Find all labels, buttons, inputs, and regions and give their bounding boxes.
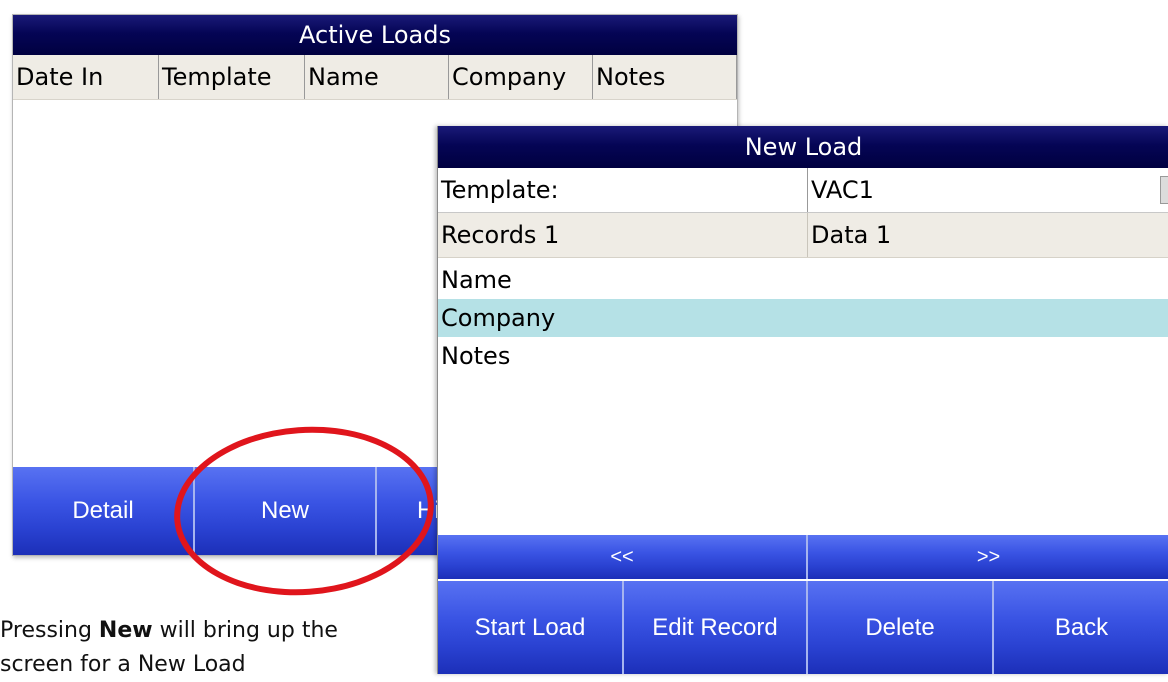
- caption-line-2: screen for a New Load: [0, 652, 246, 677]
- caption-text: Pressing New will bring up the screen fo…: [0, 614, 338, 682]
- data-count: Data 1: [811, 221, 892, 249]
- template-row: Template: VAC1: [438, 168, 1168, 213]
- next-page-button[interactable]: >>: [808, 535, 1168, 579]
- column-template[interactable]: Template: [159, 55, 305, 99]
- list-item-name[interactable]: Name: [438, 261, 1168, 299]
- records-count: Records 1: [438, 213, 808, 257]
- back-button[interactable]: Back: [994, 581, 1168, 674]
- delete-button[interactable]: Delete: [808, 581, 994, 674]
- column-name[interactable]: Name: [305, 55, 449, 99]
- active-loads-title: Active Loads: [13, 15, 737, 55]
- records-header: Records 1 Data 1: [438, 213, 1168, 258]
- column-date-in[interactable]: Date In: [13, 55, 159, 99]
- field-list: Name Company Notes: [438, 261, 1168, 533]
- dropdown-arrow-icon[interactable]: [1160, 176, 1168, 204]
- caption-suffix: will bring up the: [152, 618, 338, 643]
- column-notes[interactable]: Notes: [593, 55, 737, 99]
- previous-page-button[interactable]: <<: [438, 535, 808, 579]
- new-button[interactable]: New: [195, 467, 377, 555]
- start-load-button[interactable]: Start Load: [438, 581, 624, 674]
- template-select[interactable]: VAC1: [808, 168, 1168, 212]
- new-load-title: New Load: [438, 126, 1168, 168]
- detail-button[interactable]: Detail: [13, 467, 195, 555]
- list-item-notes[interactable]: Notes: [438, 337, 1168, 375]
- edit-record-button[interactable]: Edit Record: [624, 581, 808, 674]
- caption-bold-new: New: [98, 618, 153, 643]
- active-loads-column-header: Date In Template Name Company Notes: [13, 55, 737, 100]
- caption-prefix: Pressing: [0, 618, 99, 643]
- column-company[interactable]: Company: [449, 55, 593, 99]
- new-load-panel: New Load Template: VAC1 Records 1 Data 1…: [437, 126, 1168, 674]
- template-label: Template:: [438, 168, 808, 212]
- caption-line-1: Pressing New will bring up the: [0, 614, 338, 648]
- list-item-company[interactable]: Company: [438, 299, 1168, 337]
